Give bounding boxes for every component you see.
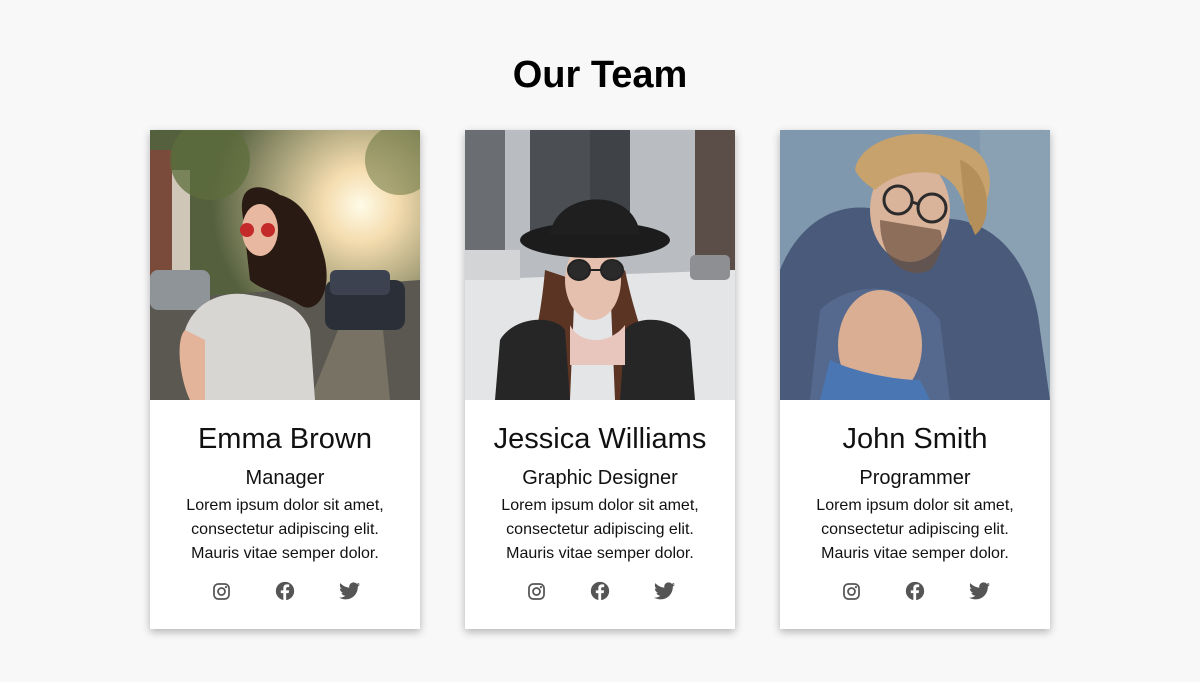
facebook-icon[interactable]: [589, 580, 611, 602]
social-links: [210, 580, 360, 602]
description-line: Mauris vitae semper dolor.: [506, 545, 694, 562]
team-page: Our Team Emma Brown Manager Lorem ipsum …: [0, 0, 1200, 682]
member-name: John Smith: [842, 423, 988, 455]
instagram-icon[interactable]: [840, 580, 862, 602]
member-description: Lorem ipsum dolor sit amet, consectetur …: [480, 494, 720, 566]
social-links: [525, 580, 675, 602]
member-name: Emma Brown: [197, 423, 373, 455]
member-role: Graphic Designer: [522, 467, 678, 489]
twitter-icon[interactable]: [338, 580, 360, 602]
description-line: Lorem ipsum dolor sit amet,: [186, 497, 384, 514]
description-line: Mauris vitae semper dolor.: [821, 545, 1009, 562]
twitter-icon[interactable]: [968, 580, 990, 602]
description-line: Lorem ipsum dolor sit amet,: [501, 497, 699, 514]
team-card: Emma Brown Manager Lorem ipsum dolor sit…: [150, 130, 420, 629]
team-cards: Emma Brown Manager Lorem ipsum dolor sit…: [150, 130, 1050, 629]
facebook-icon[interactable]: [274, 580, 296, 602]
member-role: Manager: [245, 467, 325, 489]
member-description: Lorem ipsum dolor sit amet, consectetur …: [165, 494, 405, 566]
description-line: consectetur adipiscing elit.: [506, 521, 694, 538]
member-name: Jessica Williams: [493, 423, 707, 455]
member-photo: [150, 130, 420, 400]
twitter-icon[interactable]: [653, 580, 675, 602]
team-card: Jessica Williams Graphic Designer Lorem …: [465, 130, 735, 629]
member-description: Lorem ipsum dolor sit amet, consectetur …: [795, 494, 1035, 566]
facebook-icon[interactable]: [904, 580, 926, 602]
member-role: Programmer: [859, 467, 971, 489]
page-title: Our Team: [512, 54, 688, 96]
member-photo: [465, 130, 735, 400]
description-line: Mauris vitae semper dolor.: [191, 545, 379, 562]
social-links: [840, 580, 990, 602]
instagram-icon[interactable]: [525, 580, 547, 602]
member-photo: [780, 130, 1050, 400]
description-line: consectetur adipiscing elit.: [191, 521, 379, 538]
instagram-icon[interactable]: [210, 580, 232, 602]
team-card: John Smith Programmer Lorem ipsum dolor …: [780, 130, 1050, 629]
description-line: consectetur adipiscing elit.: [821, 521, 1009, 538]
description-line: Lorem ipsum dolor sit amet,: [816, 497, 1014, 514]
